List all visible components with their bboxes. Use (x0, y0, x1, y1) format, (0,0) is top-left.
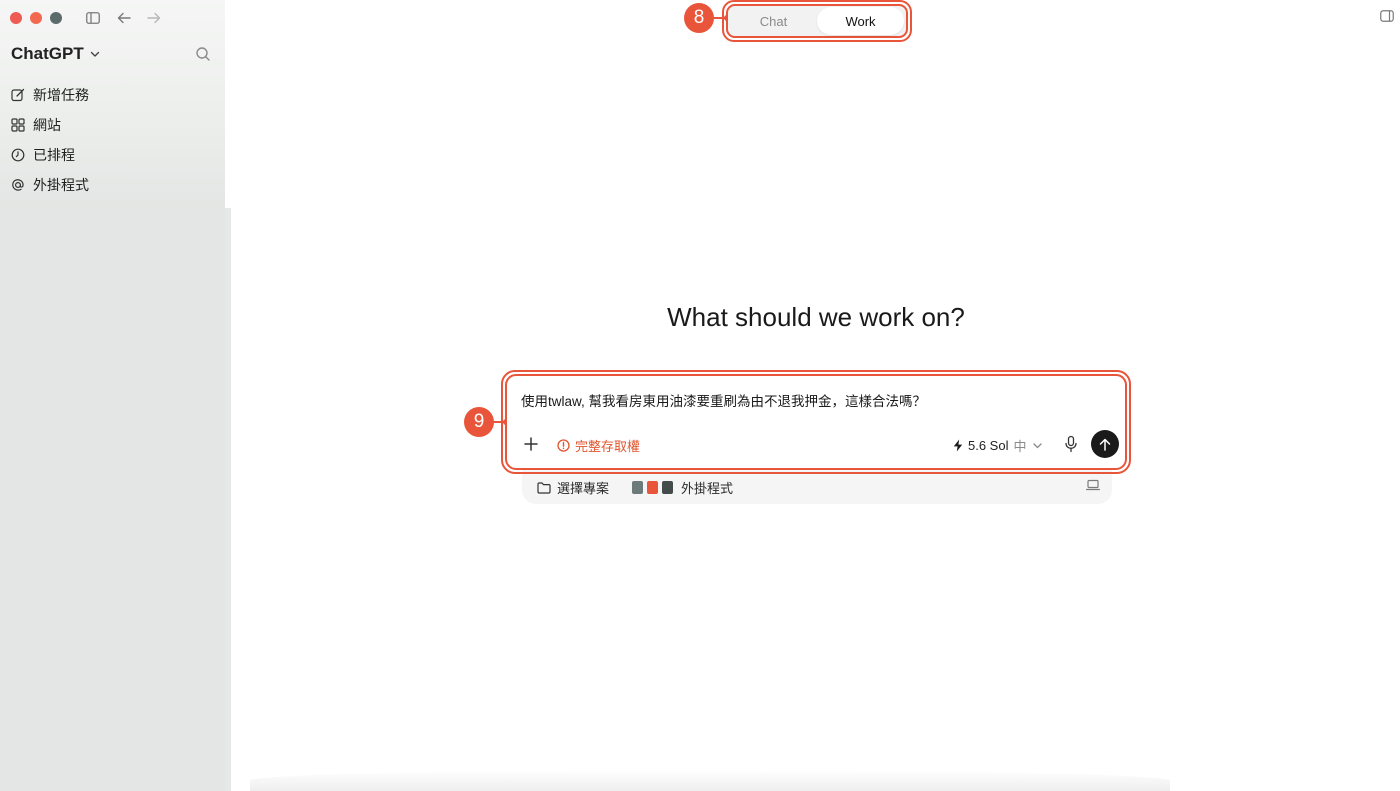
edit-icon (10, 88, 25, 103)
arrow-up-icon (1099, 438, 1111, 451)
pdf-plugin-icon (647, 481, 658, 494)
sidebar-item-label: 網站 (33, 117, 61, 133)
sidebar-item-label: 新增任務 (33, 87, 89, 103)
window-maximize-button[interactable] (50, 12, 62, 24)
microphone-icon[interactable] (1063, 435, 1079, 453)
full-access-label: 完整存取權 (575, 439, 641, 454)
sidebar-item-label: 外掛程式 (33, 177, 89, 193)
tab-work[interactable]: Work (817, 7, 904, 35)
select-project-button[interactable]: 選擇專案 (537, 478, 609, 497)
prompt-input[interactable]: 使用twlaw, 幫我看房東用油漆要重刷為由不退我押金，這樣合法嗎？ (521, 390, 926, 410)
composer-highlight: 使用twlaw, 幫我看房東用油漆要重刷為由不退我押金，這樣合法嗎？ 完整存取權… (501, 370, 1131, 474)
model-selector[interactable]: 5.6 Sol 中 (953, 436, 1043, 455)
send-button[interactable] (1091, 430, 1119, 458)
annotation-badge-toggle: 8 (684, 3, 714, 33)
bottom-edge-shadow (250, 770, 1170, 791)
folder-icon (537, 481, 551, 494)
apps-grid-icon (10, 118, 25, 133)
page-title: What should we work on? (667, 302, 965, 332)
plugins-label: 外掛程式 (681, 481, 734, 496)
panel-toggle-icon[interactable] (1380, 10, 1394, 22)
model-label: 5.6 Sol (968, 438, 1009, 453)
brand-label: ChatGPT (11, 44, 84, 63)
forward-arrow-icon[interactable] (144, 8, 164, 28)
sidebar-edge (225, 208, 231, 791)
sidebar: ChatGPT 新增任務 網站 已排程 外掛程式 (0, 0, 225, 791)
window-minimize-button[interactable] (30, 12, 42, 24)
tab-chat[interactable]: Chat (730, 7, 817, 35)
window-close-button[interactable] (10, 12, 22, 24)
full-access-button[interactable]: 完整存取權 (557, 436, 640, 455)
sidebar-nav: 新增任務 網站 已排程 外掛程式 (10, 80, 215, 200)
plugins-button[interactable]: 外掛程式 (632, 478, 733, 497)
composer: 使用twlaw, 幫我看房東用油漆要重刷為由不退我押金，這樣合法嗎？ 完整存取權… (505, 374, 1127, 470)
at-sign-icon (10, 178, 25, 193)
mode-toggle-track: Chat Work (726, 4, 908, 38)
search-icon[interactable] (194, 45, 212, 63)
sheet-plugin-icon (662, 481, 673, 494)
sidebar-item-new-task[interactable]: 新增任務 (10, 80, 215, 110)
reasoning-level-label: 中 (1013, 439, 1027, 454)
annotation-badge-composer: 9 (464, 407, 494, 437)
warning-circle-icon (557, 439, 570, 452)
lightning-icon (953, 439, 963, 452)
laptop-icon[interactable] (1086, 479, 1100, 491)
chevron-down-icon (1032, 443, 1042, 449)
sidebar-item-sites[interactable]: 網站 (10, 110, 215, 140)
sidebar-toggle-icon[interactable] (83, 8, 103, 28)
doc-plugin-icon (632, 481, 643, 494)
sidebar-item-plugins[interactable]: 外掛程式 (10, 170, 215, 200)
back-arrow-icon[interactable] (114, 8, 134, 28)
sidebar-item-scheduled[interactable]: 已排程 (10, 140, 215, 170)
select-project-label: 選擇專案 (557, 481, 610, 496)
clock-icon (10, 148, 25, 163)
chevron-down-icon (90, 51, 99, 57)
app-window: ChatGPT 新增任務 網站 已排程 外掛程式 8 Chat Work Wha… (0, 0, 1400, 791)
sidebar-item-label: 已排程 (33, 147, 75, 163)
model-brand-menu[interactable]: ChatGPT (11, 44, 101, 64)
plus-icon[interactable] (523, 436, 539, 452)
mode-toggle: Chat Work (722, 0, 912, 42)
